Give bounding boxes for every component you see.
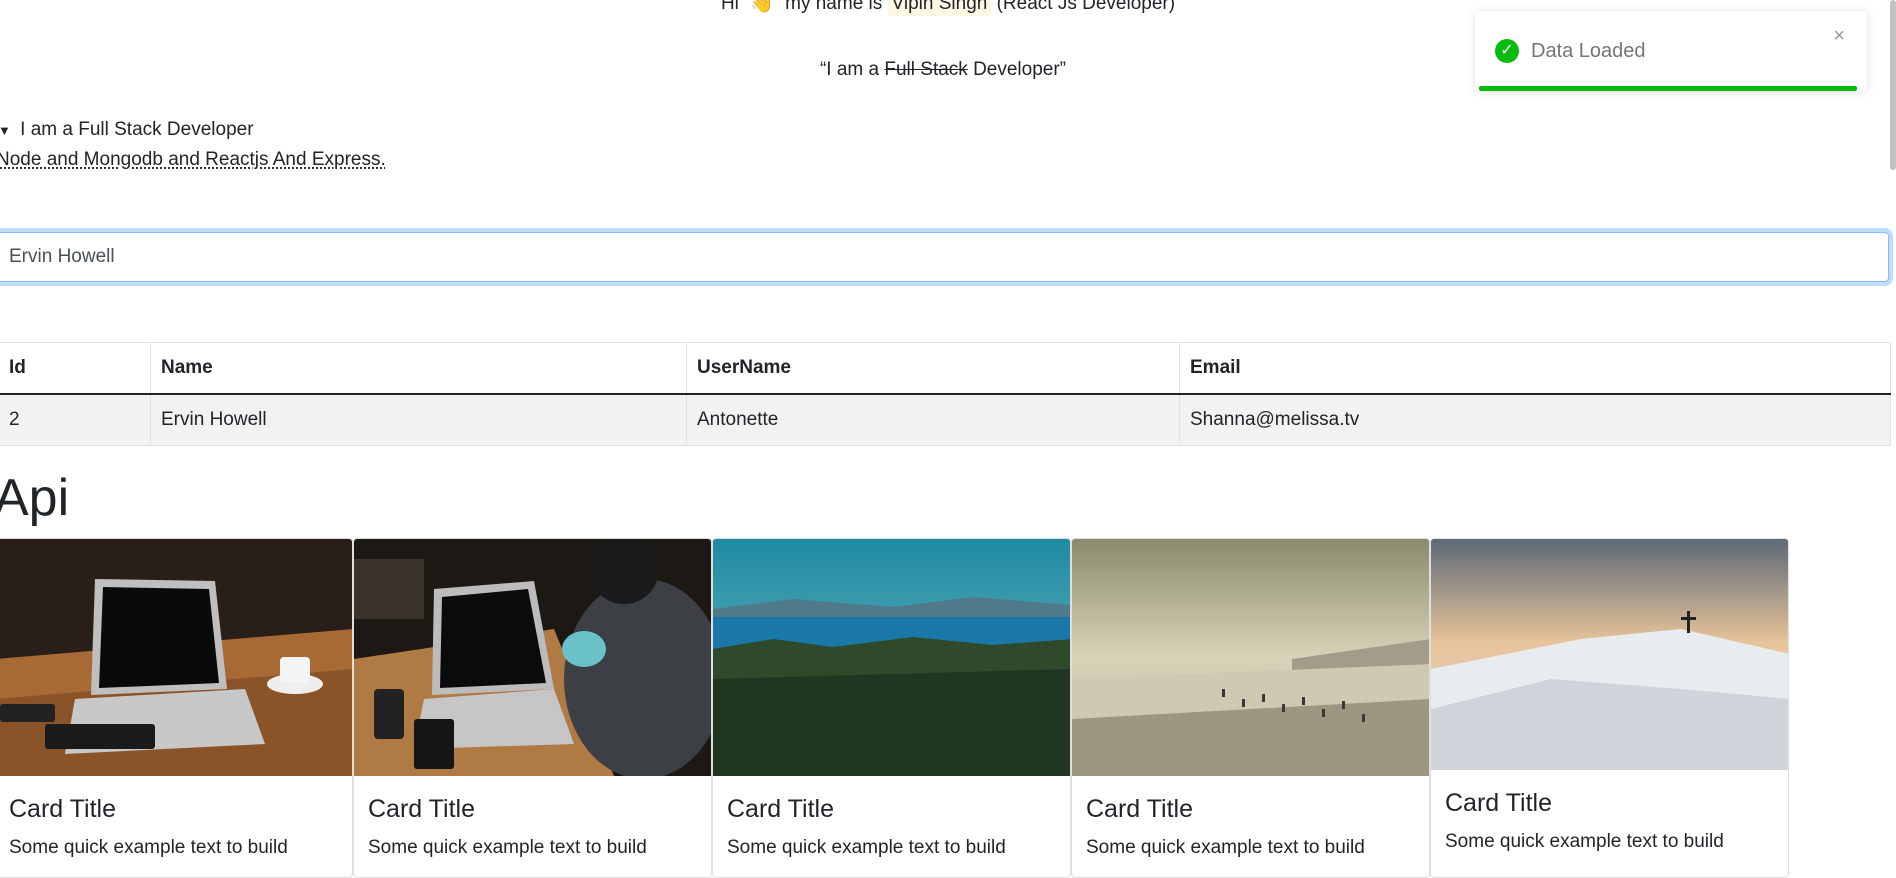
cell-id: 2 [0, 393, 151, 446]
card-image-forest-lake [713, 539, 1070, 776]
card: Card Title Some quick example text to bu… [1430, 538, 1789, 878]
toast-message: Data Loaded [1531, 40, 1646, 62]
details-body: Node and Mongodb and Reactjs And Express… [0, 149, 386, 170]
cell-email: Shanna@melissa.tv [1179, 393, 1891, 446]
card-text: Some quick example text to build [9, 837, 288, 858]
card: Card Title Some quick example text to bu… [1071, 538, 1430, 878]
card-image-snowy-mountain [1431, 539, 1788, 770]
card-image-laptop-desk [0, 539, 352, 776]
card-image-person-laptop [354, 539, 711, 776]
column-header-username: UserName [686, 342, 1180, 395]
card-text: Some quick example text to build [727, 837, 1006, 858]
card-title: Card Title [9, 795, 116, 823]
card-image-beach [1072, 539, 1429, 776]
quote-open: “I am a [819, 59, 885, 80]
details-summary[interactable]: ▼ I am a Full Stack Developer [0, 116, 254, 145]
greeting-middle: my name is [785, 0, 883, 14]
table-header-row: Id Name UserName Email [0, 342, 1891, 395]
card-text: Some quick example text to build [1445, 831, 1724, 852]
api-heading: Api [0, 469, 70, 527]
toast-notification[interactable]: ✓ Data Loaded × [1475, 11, 1867, 91]
card: Card Title Some quick example text to bu… [0, 538, 353, 878]
close-icon[interactable]: × [1833, 25, 1845, 48]
success-check-icon: ✓ [1495, 39, 1519, 63]
disclosure-triangle-icon[interactable]: ▼ [0, 123, 11, 138]
cell-username: Antonette [686, 393, 1180, 446]
card-title: Card Title [1086, 795, 1193, 823]
card-title: Card Title [727, 795, 834, 823]
column-header-id: Id [0, 342, 151, 395]
greeting-suffix: (React Js Developer) [996, 0, 1176, 14]
column-header-email: Email [1179, 342, 1891, 395]
highlighted-name: Vipin Singh [887, 0, 992, 16]
card-title: Card Title [368, 795, 475, 823]
search-input[interactable] [0, 232, 1889, 282]
card-text: Some quick example text to build [368, 837, 647, 858]
toast-progress-bar [1479, 86, 1857, 91]
greeting-prefix: Hi [720, 0, 739, 14]
column-header-name: Name [150, 342, 687, 395]
users-table: Id Name UserName Email 2 Ervin Howell An… [0, 342, 1891, 446]
cell-name: Ervin Howell [150, 393, 687, 446]
card: Card Title Some quick example text to bu… [353, 538, 712, 878]
card-text: Some quick example text to build [1086, 837, 1365, 858]
scrollbar-thumb[interactable] [1890, 0, 1896, 170]
waving-hand-icon: 👋 [750, 0, 774, 14]
details-summary-label: I am a Full Stack Developer [20, 119, 254, 140]
table-row[interactable]: 2 Ervin Howell Antonette Shanna@melissa.… [0, 393, 1891, 446]
struck-text: Full Stack [884, 59, 968, 80]
card: Card Title Some quick example text to bu… [712, 538, 1071, 878]
card-title: Card Title [1445, 789, 1552, 817]
quote-close: Developer” [973, 59, 1067, 80]
